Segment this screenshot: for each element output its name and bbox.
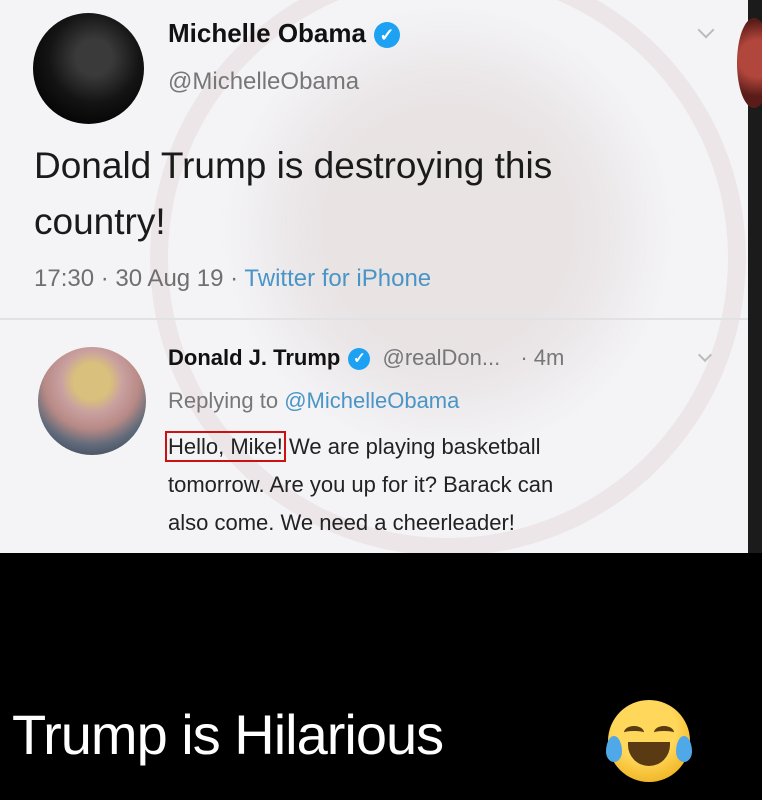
tweet-screenshot: Michelle Obama ✓ @MichelleObama Donald Tr… (0, 0, 748, 553)
tweet-source-link[interactable]: Twitter for iPhone (244, 265, 431, 292)
emoji-tear (676, 736, 692, 762)
tweet-author-name[interactable]: Michelle Obama ✓ (168, 18, 400, 49)
reply-text-line: also come. We need a cheerleader! (168, 510, 515, 535)
chevron-down-icon[interactable] (697, 21, 715, 39)
emoji-eye (654, 726, 674, 739)
replying-prefix: Replying to (168, 388, 285, 413)
reply-body: Hello, Mike! We are playing basketball t… (165, 428, 728, 542)
reply-age: · 4m (520, 345, 565, 370)
tweet-date: 30 Aug 19 (115, 265, 224, 292)
reply-author-handle[interactable]: @realDon... (382, 345, 500, 370)
reply-author-line: Donald J. Trump ✓ @realDon... · 4m (168, 345, 564, 371)
tweet-body: Donald Trump is destroying this country! (34, 138, 552, 250)
emoji-mouth (628, 742, 670, 766)
reply-text-line: tomorrow. Are you up for it? Barack can (168, 472, 554, 497)
avatar-michelle-obama[interactable] (33, 13, 144, 124)
meme-caption: Trump is Hilarious (12, 703, 444, 766)
reply-text-line: Hello, Mike! We are playing basketball (165, 428, 728, 466)
face-with-tears-of-joy-icon (606, 700, 692, 782)
tweet-text-line: country! (34, 201, 166, 242)
divider (0, 318, 748, 320)
emoji-tear (606, 736, 622, 762)
reply-author-name[interactable]: Donald J. Trump (168, 345, 340, 370)
tweet-meta: 17:30 · 30 Aug 19 · Twitter for iPhone (34, 265, 431, 293)
verified-badge-icon: ✓ (373, 22, 400, 49)
author-name-text: Michelle Obama (168, 18, 366, 48)
tweet-author-handle[interactable]: @MichelleObama (168, 68, 359, 96)
tweet-time: 17:30 (34, 265, 95, 292)
highlighted-greeting: Hello, Mike! (165, 431, 286, 462)
avatar-donald-trump[interactable] (38, 347, 146, 455)
emoji-eye (624, 726, 644, 739)
meta-separator: · (94, 265, 116, 292)
reply-text-rest: We are playing basketball (289, 434, 541, 459)
verified-badge-icon: ✓ (348, 348, 371, 371)
replying-to: Replying to @MichelleObama (168, 388, 459, 414)
meta-separator: · (223, 265, 245, 292)
replying-to-handle[interactable]: @MichelleObama (284, 388, 459, 413)
tweet-text-line: Donald Trump is destroying this (34, 145, 553, 186)
